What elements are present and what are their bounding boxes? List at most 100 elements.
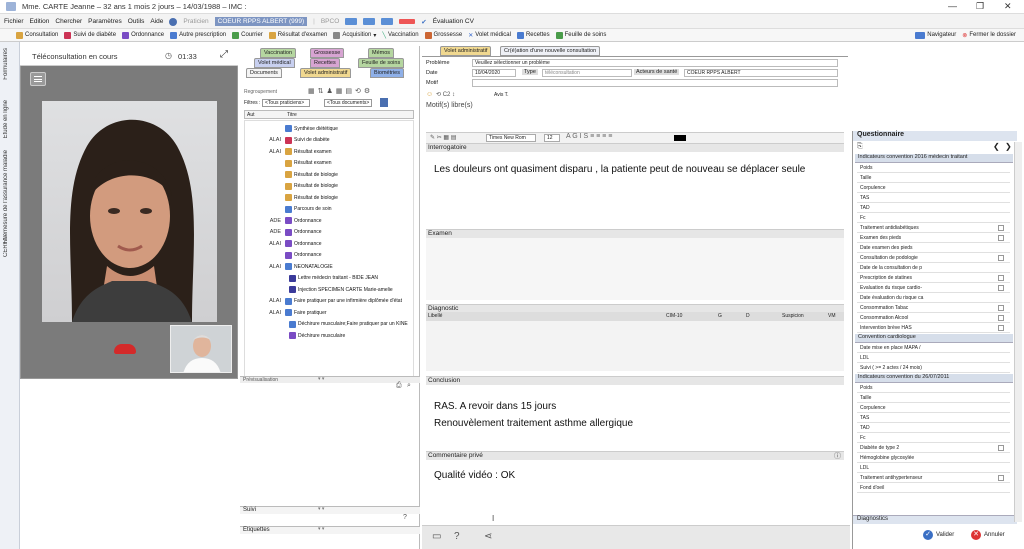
questionnaire-row[interactable]: LDL <box>857 354 1010 363</box>
recettes-button[interactable]: Recettes <box>516 31 550 39</box>
tab-grossesse[interactable]: Grossesse <box>310 48 345 58</box>
type-select[interactable]: téléconsultation <box>542 69 632 77</box>
questionnaire-row[interactable]: TAD <box>857 424 1010 433</box>
questionnaire-row[interactable]: Intervention brève HAS <box>857 324 1010 333</box>
date-input[interactable]: 10/04/2020 <box>472 69 516 77</box>
list-item[interactable]: ALAI Faire pratiquer <box>245 309 327 316</box>
font-size-select[interactable]: 12 <box>544 134 560 142</box>
evaluation-cv-button[interactable]: Évaluation CV <box>433 18 474 25</box>
interrogatoire-text[interactable]: Les douleurs ont quasiment disparu , la … <box>434 164 805 175</box>
tab-volet-medical[interactable]: Volet médical <box>254 58 295 68</box>
questionnaire-row[interactable]: TAS <box>857 194 1010 203</box>
tab-documents[interactable]: Documents <box>246 68 282 78</box>
annuler-button[interactable]: ✕ Annuler <box>971 530 1005 540</box>
list-item[interactable]: Résultat de biologie <box>245 171 338 178</box>
chevron-down-icon[interactable]: ▾ ▾ <box>318 526 324 532</box>
tab-new-consultation[interactable]: Cr(é)ation d'une nouvelle consultation <box>500 46 601 56</box>
expand-icon[interactable]: ⤢ <box>220 49 228 60</box>
help-icon[interactable]: ? <box>454 531 460 542</box>
vaccination-button[interactable]: ╲ Vaccination <box>382 32 418 39</box>
hangup-button[interactable] <box>114 344 136 354</box>
list-item[interactable]: Ordonnance <box>245 251 322 259</box>
questionnaire-group[interactable]: Convention cardiologue <box>855 334 1013 343</box>
col-titre[interactable]: Titre <box>287 112 297 118</box>
tree-toolbar-icons[interactable]: ▦⇅♟▦▤⟲⚙ <box>308 87 373 95</box>
hamburger-menu-button[interactable] <box>30 72 46 86</box>
ordonnance-button[interactable]: Ordonnance <box>122 31 164 39</box>
list-item[interactable]: ALAI Suivi de diabète <box>245 136 330 144</box>
list-item[interactable]: ALAI Ordonnance <box>245 240 322 247</box>
tab-volet-admin[interactable]: Volet administratif <box>440 46 492 56</box>
list-item[interactable]: ALAI NEONATALOGIE <box>245 263 333 270</box>
side-tab-formulaires[interactable]: Formulaires <box>3 48 9 80</box>
tab-biometries[interactable]: Biométries <box>370 68 404 78</box>
font-family-select[interactable]: Times New Rom <box>486 134 536 142</box>
checkbox[interactable] <box>998 225 1004 231</box>
close-icon[interactable]: ✕ <box>1004 1 1012 12</box>
checkbox[interactable] <box>998 255 1004 261</box>
questionnaire-row[interactable]: Corpulence <box>857 184 1010 193</box>
toolbar-icons[interactable]: ⟲ C2 ↕ <box>436 91 455 98</box>
side-tab-cerfa[interactable]: CERFA <box>3 237 9 257</box>
questionnaire-row[interactable]: Consultation de podologie <box>857 254 1010 263</box>
probleme-select[interactable]: Veuillez sélectionner un problème <box>472 59 838 67</box>
side-tab-etude[interactable]: Etude en ligne <box>3 100 9 138</box>
list-item[interactable]: Injection SPECIMEN CARTE Marie-amelie <box>245 286 393 293</box>
chevron-down-icon[interactable]: ▾ ▾ <box>318 506 324 512</box>
print-icon[interactable]: ⎙ <box>396 382 402 390</box>
tab-recettes[interactable]: Recettes <box>310 58 340 68</box>
list-item[interactable]: Résultat examen <box>245 159 332 167</box>
menu-edition[interactable]: Edition <box>30 18 50 25</box>
checkbox[interactable] <box>998 315 1004 321</box>
col-auteur[interactable]: Aut <box>247 112 255 118</box>
help-circle-icon[interactable]: ? <box>403 514 407 521</box>
resultat-examen-button[interactable]: Résultat d'examen <box>268 31 327 39</box>
list-item[interactable]: Parcours de soin <box>245 205 332 213</box>
practitioner-select[interactable]: COEUR RPPS ALBERT (999) <box>214 17 308 26</box>
list-item[interactable]: Déchirure musculaire <box>245 332 345 339</box>
navigateur-button[interactable]: Navigateur <box>915 31 956 39</box>
list-item[interactable]: ADE Ordonnance <box>245 228 322 236</box>
questionnaire-row[interactable]: LDL <box>857 464 1010 473</box>
questionnaire-row[interactable]: Corpulence <box>857 404 1010 413</box>
checkbox[interactable] <box>998 285 1004 291</box>
checkbox[interactable] <box>998 235 1004 241</box>
consultation-button[interactable]: Consultation <box>16 31 58 39</box>
questionnaire-row[interactable]: TAS <box>857 414 1010 423</box>
questionnaire-scrollbar[interactable] <box>1014 142 1022 522</box>
questionnaire-row[interactable]: TAD <box>857 204 1010 213</box>
minimize-icon[interactable]: — <box>948 1 957 11</box>
chart-icon[interactable] <box>345 18 358 25</box>
checkbox[interactable] <box>998 475 1004 481</box>
side-tab-telemesure[interactable]: Télémesure de l'assurance maladie <box>3 150 9 245</box>
checkbox[interactable] <box>998 445 1004 451</box>
questionnaire-row[interactable]: Traitement antihypertenseur <box>857 474 1010 483</box>
list-item[interactable]: Résultat de biologie <box>245 194 338 201</box>
feuille-soins-button[interactable]: Feuille de soins <box>555 31 606 39</box>
questionnaire-row[interactable]: Taille <box>857 174 1010 183</box>
diagnostic-list[interactable] <box>426 321 844 371</box>
checkbox[interactable] <box>998 275 1004 281</box>
courrier-button[interactable]: Courrier <box>232 31 263 39</box>
chevron-down-icon[interactable]: ▾ ▾ <box>318 376 324 382</box>
stats-icon[interactable] <box>381 18 394 25</box>
list-item[interactable]: ALAI Faire pratiquer par une infirmière d… <box>245 297 402 305</box>
valider-button[interactable]: ✓ Valider <box>923 530 954 540</box>
share-icon[interactable]: ⋖ <box>484 531 492 542</box>
questionnaire-group[interactable]: Indicateurs convention 2016 médecin trai… <box>855 154 1013 163</box>
questionnaire-row[interactable]: Fond d'oeil <box>857 484 1010 493</box>
fermer-dossier-button[interactable]: ⊗ Fermer le dossier <box>962 32 1016 39</box>
questionnaire-row[interactable]: Consommation Alcool <box>857 314 1010 323</box>
questionnaire-row[interactable]: Date de la consultation de p <box>857 264 1010 273</box>
questionnaire-row[interactable]: Traitement antidiabétiques <box>857 224 1010 233</box>
questionnaire-row[interactable]: Date évaluation du risque ca <box>857 294 1010 303</box>
volet-medical-button[interactable]: ✕ Volet médical <box>468 32 511 39</box>
list-item[interactable]: Lettre médecin traitant - BIDE JEAN <box>245 274 378 282</box>
questionnaire-row[interactable]: Evaluation du risque cardio- <box>857 284 1010 293</box>
bpco-button[interactable]: BPCO <box>321 18 339 25</box>
examen-area[interactable] <box>426 238 844 300</box>
edit-icons[interactable]: ✎ ✂ ▦ ▤ <box>430 134 456 141</box>
questionnaire-edit-icon[interactable]: ⎘ <box>857 143 863 151</box>
menu-fichier[interactable]: Fichier <box>4 18 24 25</box>
smiley-icon[interactable]: ☺ <box>426 91 433 98</box>
